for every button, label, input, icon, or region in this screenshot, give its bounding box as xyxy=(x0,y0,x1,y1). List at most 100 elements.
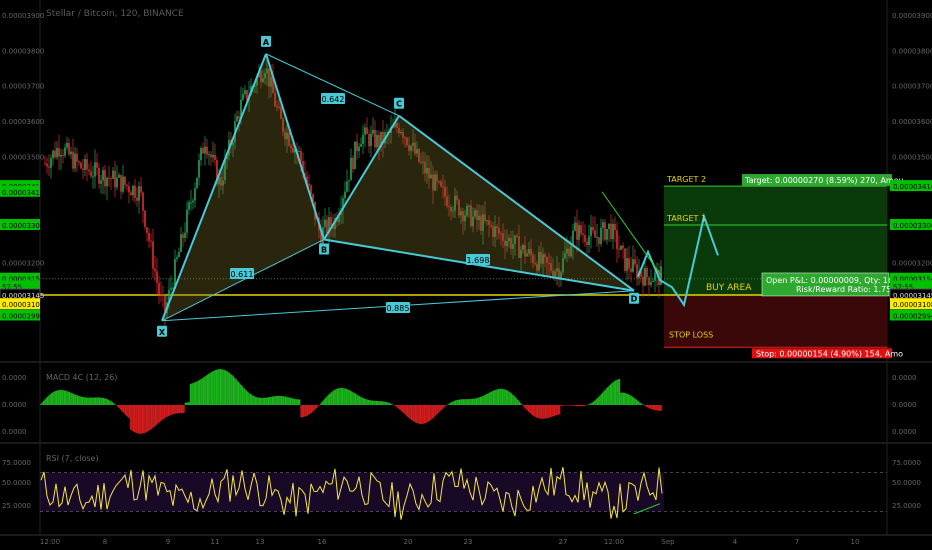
candle xyxy=(372,117,374,137)
candle-body xyxy=(192,200,194,203)
rsi-tick: 75.0000 xyxy=(892,459,921,467)
candle xyxy=(136,186,138,208)
candle xyxy=(606,228,608,245)
candle xyxy=(612,218,614,250)
candle-body xyxy=(188,202,190,210)
time-tick: 4 xyxy=(733,538,738,546)
candle xyxy=(596,224,598,247)
candle xyxy=(122,164,124,194)
candle-body xyxy=(48,166,50,168)
badge-label: 0.00003416 xyxy=(893,183,932,191)
pnl-line-1: Open P&L: 0.00000009, Qty: 1623 xyxy=(766,276,903,285)
candle xyxy=(90,160,92,179)
stop-zone xyxy=(664,294,887,348)
left-price-badge: 0.00003108 xyxy=(0,298,44,310)
candle-body xyxy=(112,170,114,179)
candle xyxy=(616,221,618,263)
candle-body xyxy=(376,134,378,148)
candle xyxy=(374,120,376,152)
candle-body xyxy=(58,148,60,157)
candle-body xyxy=(196,177,198,189)
candle-body xyxy=(330,217,332,226)
candle-body xyxy=(44,163,46,165)
candle-body xyxy=(110,178,112,180)
candle-body xyxy=(574,222,576,231)
badge-label: 0.00003306 xyxy=(2,222,45,230)
candle-body xyxy=(212,155,214,158)
candle-body xyxy=(100,180,102,184)
candle xyxy=(118,172,120,179)
candle xyxy=(358,143,360,158)
candle xyxy=(626,247,628,281)
pattern-point-x: X xyxy=(157,325,167,337)
rsi-tick: 50.0000 xyxy=(892,479,921,487)
candle xyxy=(82,158,84,180)
candle-body xyxy=(614,224,616,231)
pattern-point-label: B xyxy=(321,245,327,254)
candle xyxy=(634,248,636,268)
harmonic-pattern: X A B C D 0.642 0.611 1.698 0.885 xyxy=(157,35,719,337)
target-1-label: TARGET 1 xyxy=(666,214,706,223)
candle xyxy=(208,150,210,166)
candle xyxy=(598,237,600,253)
candle-body xyxy=(104,170,106,187)
candle-body xyxy=(88,169,90,172)
right-price-badge: 0.00002994 xyxy=(890,309,932,321)
candle xyxy=(58,134,60,171)
pattern-point-d: D xyxy=(629,292,639,304)
candle xyxy=(364,123,366,148)
candle xyxy=(362,124,364,154)
candle-body xyxy=(186,209,188,233)
candle-body xyxy=(178,251,180,258)
pattern-leg xyxy=(265,53,400,117)
macd-tick: 0.0000 xyxy=(892,428,917,436)
candle xyxy=(124,175,126,189)
buy-area-label: BUY AREA xyxy=(706,283,752,293)
candle xyxy=(108,165,110,187)
left-price-badge: 0.00003306 xyxy=(0,218,45,230)
candle-body xyxy=(154,268,156,272)
candle xyxy=(356,133,358,160)
candle xyxy=(94,149,96,189)
candle-body xyxy=(598,237,600,244)
candle xyxy=(346,169,348,193)
candle-body xyxy=(130,192,132,196)
candle xyxy=(242,87,244,102)
right-price-badge: 0.00003306 xyxy=(890,218,932,230)
rsi-tick: 25.0000 xyxy=(892,502,921,510)
candle-body xyxy=(128,185,130,193)
right-price-tick: 0.00003200 xyxy=(892,259,932,267)
pattern-point-label: C xyxy=(396,100,402,109)
candle-body xyxy=(54,150,56,158)
candle-body xyxy=(94,162,96,177)
candle-body xyxy=(634,259,636,265)
badge-label: 0.00003108 xyxy=(2,301,44,309)
chart-canvas[interactable]: X A B C D 0.642 0.611 1.698 0.885 TARGET 2 TARGET… xyxy=(0,0,932,550)
candle-body xyxy=(92,176,94,178)
candle-body xyxy=(78,161,80,163)
candle xyxy=(352,155,354,174)
candle-body xyxy=(60,154,62,157)
candle xyxy=(354,141,356,170)
candle-body xyxy=(370,133,372,147)
macd-tick-left: 0.0000 xyxy=(2,374,27,382)
candle xyxy=(366,117,368,135)
candle-body xyxy=(190,202,192,204)
candle xyxy=(86,152,88,182)
time-tick: 11 xyxy=(211,538,220,546)
candle xyxy=(110,176,112,190)
candle xyxy=(50,154,52,179)
candle xyxy=(54,141,56,160)
candle xyxy=(206,139,208,159)
candle-body xyxy=(208,154,210,156)
candle-body xyxy=(66,142,68,148)
candle-body xyxy=(350,157,352,181)
candle xyxy=(72,138,74,172)
candle xyxy=(622,242,624,260)
badge-label: 0.00002994 xyxy=(2,312,45,320)
candle xyxy=(154,255,156,281)
candle-body xyxy=(70,151,72,155)
candle-body xyxy=(202,147,204,154)
candle xyxy=(44,155,46,166)
candle-body xyxy=(194,188,196,201)
